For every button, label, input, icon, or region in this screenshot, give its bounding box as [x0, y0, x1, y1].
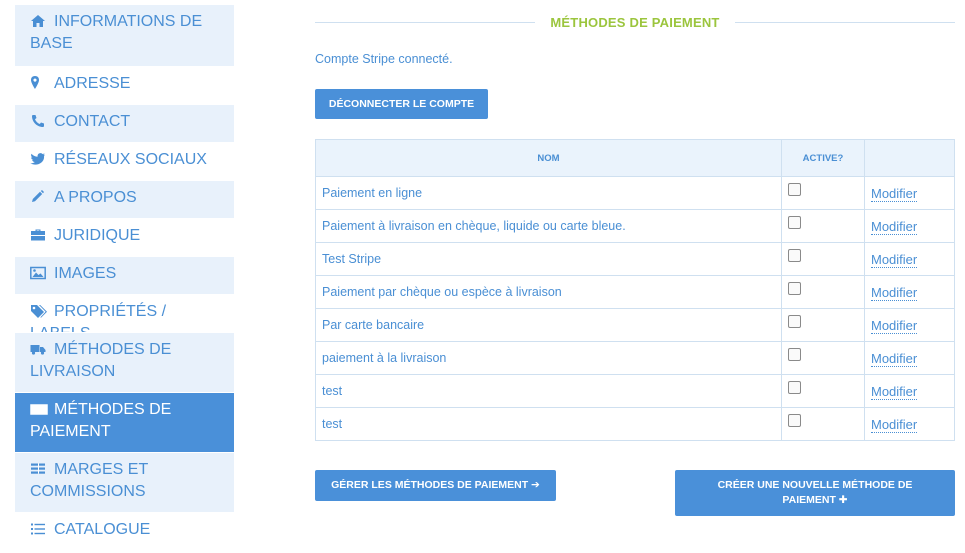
table-row: Par carte bancaire Modifier — [315, 308, 955, 342]
payment-method-name: Test Stripe — [315, 242, 782, 276]
section-header: MÉTHODES DE PAIEMENT — [315, 14, 955, 32]
payment-method-name: paiement à la livraison — [315, 341, 782, 375]
sidebar-item-adresse[interactable]: ADRESSE — [15, 67, 234, 105]
disconnect-account-button[interactable]: DÉCONNECTER LE COMPTE — [315, 89, 488, 119]
sidebar-item-marges-et-commissions[interactable]: MARGES ET COMMISSIONS — [15, 453, 234, 513]
active-checkbox[interactable] — [788, 216, 801, 230]
table-row: Paiement à livraison en chèque, liquide … — [315, 209, 955, 243]
modify-link[interactable]: Modifier — [871, 350, 918, 367]
modify-link[interactable]: Modifier — [871, 317, 918, 334]
modify-link[interactable]: Modifier — [871, 383, 918, 400]
table-row: test Modifier — [315, 374, 955, 408]
money-icon — [30, 402, 48, 416]
sidebar-item-label: INFORMATIONS DE BASE — [30, 13, 203, 52]
sidebar-item-label: CATALOGUE — [54, 521, 151, 538]
active-checkbox[interactable] — [788, 414, 801, 428]
sidebar-item-contact[interactable]: CONTACT — [15, 105, 234, 143]
divider-right — [735, 22, 955, 23]
column-header-active: ACTIVE? — [781, 139, 865, 177]
sidebar-item-label: ADRESSE — [54, 75, 131, 92]
sidebar-item-label: RÉSEAUX SOCIAUX — [54, 151, 207, 168]
payment-method-name: Paiement en ligne — [315, 176, 782, 210]
modify-link[interactable]: Modifier — [871, 251, 918, 268]
sidebar-item-label: MÉTHODES DE LIVRAISON — [30, 341, 172, 380]
payment-method-name: Paiement par chèque ou espèce à livraiso… — [315, 275, 782, 309]
section-title: MÉTHODES DE PAIEMENT — [550, 15, 720, 30]
active-checkbox[interactable] — [788, 249, 801, 263]
modify-link[interactable]: Modifier — [871, 218, 918, 235]
table-row: Paiement par chèque ou espèce à livraiso… — [315, 275, 955, 309]
briefcase-icon — [30, 228, 46, 242]
active-checkbox[interactable] — [788, 183, 801, 197]
active-checkbox[interactable] — [788, 282, 801, 296]
sidebar-item-reseaux-sociaux[interactable]: RÉSEAUX SOCIAUX — [15, 143, 234, 181]
stripe-status-text: Compte Stripe connecté. — [315, 52, 453, 66]
tags-icon — [30, 304, 47, 318]
payment-method-name: Par carte bancaire — [315, 308, 782, 342]
sidebar-item-methodes-de-livraison[interactable]: MÉTHODES DE LIVRAISON — [15, 333, 234, 393]
active-checkbox[interactable] — [788, 315, 801, 329]
list-icon — [30, 522, 46, 536]
active-checkbox[interactable] — [788, 381, 801, 395]
active-checkbox[interactable] — [788, 348, 801, 362]
sidebar-item-label: IMAGES — [54, 265, 117, 282]
sidebar-item-label: PROPRIÉTÉS / LABELS — [30, 303, 167, 332]
map-marker-icon — [30, 76, 46, 90]
modify-link[interactable]: Modifier — [871, 185, 918, 202]
sidebar-item-label: MÉTHODES DE PAIEMENT — [30, 401, 172, 440]
sidebar-item-images[interactable]: IMAGES — [15, 257, 234, 295]
image-icon — [30, 266, 46, 280]
payment-method-name: test — [315, 407, 782, 441]
sidebar-item-label: MARGES ET COMMISSIONS — [30, 461, 148, 500]
sidebar-item-juridique[interactable]: JURIDIQUE — [15, 219, 234, 257]
manage-payment-methods-button[interactable]: GÉRER LES MÉTHODES DE PAIEMENT ➔ — [315, 470, 556, 501]
table-row: Test Stripe Modifier — [315, 242, 955, 276]
phone-icon — [30, 114, 46, 128]
modify-link[interactable]: Modifier — [871, 416, 918, 433]
tasks-icon — [30, 462, 46, 476]
payment-method-name: Paiement à livraison en chèque, liquide … — [315, 209, 782, 243]
column-header-actions — [864, 139, 955, 177]
sidebar-item-proprietes-labels[interactable]: PROPRIÉTÉS / LABELS — [15, 295, 234, 333]
sidebar-item-a-propos[interactable]: A PROPOS — [15, 181, 234, 219]
table-row: Paiement en ligne Modifier — [315, 176, 955, 210]
table-header-row: NOM ACTIVE? — [315, 139, 955, 177]
twitter-icon — [30, 152, 46, 166]
table-row: paiement à la livraison Modifier — [315, 341, 955, 375]
payment-method-name: test — [315, 374, 782, 408]
create-payment-method-button[interactable]: CRÉER UNE NOUVELLE MÉTHODE DE PAIEMENT ✚ — [675, 470, 955, 516]
sidebar-item-catalogue[interactable]: CATALOGUE — [15, 513, 234, 553]
sidebar-item-methodes-de-paiement[interactable]: MÉTHODES DE PAIEMENT — [15, 393, 234, 453]
payment-methods-table: NOM ACTIVE? Paiement en ligne Modifier P… — [315, 139, 955, 441]
sidebar-item-label: JURIDIQUE — [54, 227, 141, 244]
modify-link[interactable]: Modifier — [871, 284, 918, 301]
home-icon — [30, 14, 46, 28]
table-row: test Modifier — [315, 407, 955, 441]
settings-sidebar: INFORMATIONS DE BASE ADRESSE CONTACT RÉS… — [15, 5, 234, 553]
column-header-nom: NOM — [315, 139, 782, 177]
pencil-icon — [30, 190, 46, 204]
truck-icon — [30, 342, 46, 356]
sidebar-item-label: A PROPOS — [54, 189, 137, 206]
sidebar-item-informations-de-base[interactable]: INFORMATIONS DE BASE — [15, 5, 234, 67]
sidebar-item-label: CONTACT — [54, 113, 131, 130]
divider-left — [315, 22, 535, 23]
